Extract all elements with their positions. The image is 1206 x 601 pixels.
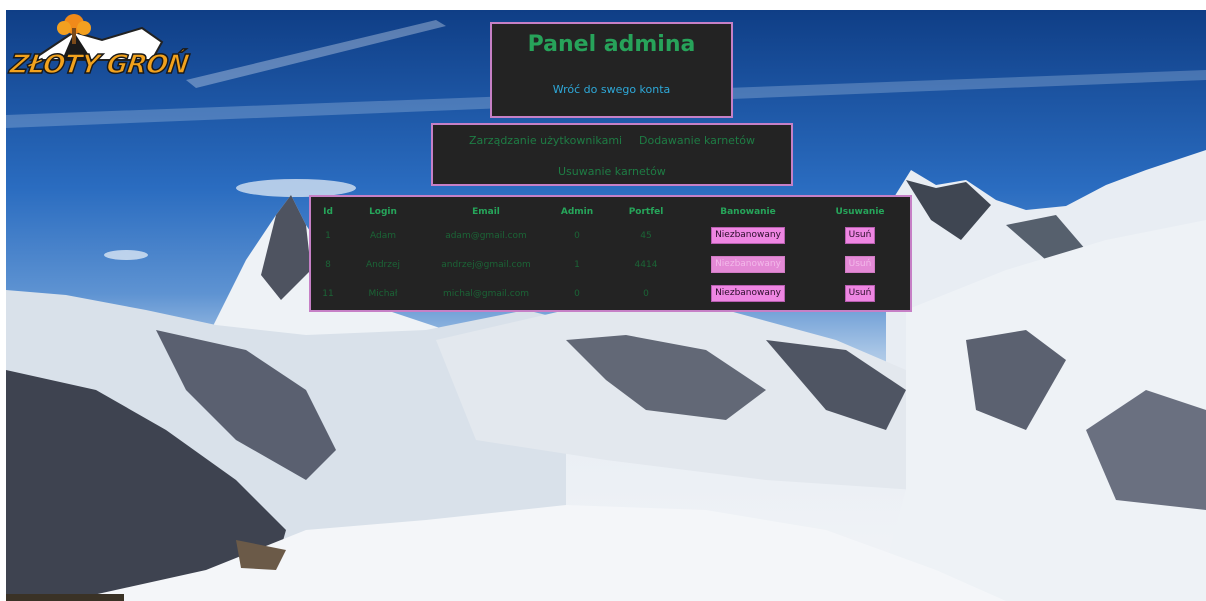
nav-manage-users-link[interactable]: Zarządzanie użytkownikami [469, 134, 622, 147]
cell-id: 11 [322, 288, 334, 299]
column-header-delete: Usuwanie [835, 207, 885, 217]
page-title: Panel admina [527, 32, 696, 57]
table-row: 11 Michał michal@gmail.com 0 0 Niezbanow… [315, 279, 909, 308]
brand-logo[interactable]: ZŁOTY GROŃ [2, 10, 192, 90]
cell-id: 8 [325, 259, 331, 270]
admin-nav-panel: Zarządzanie użytkownikami Dodawanie karn… [431, 123, 793, 186]
table-row: 8 Andrzej andrzej@gmail.com 1 4414 Niezb… [315, 250, 909, 279]
ban-toggle-button[interactable]: Niezbanowany [711, 227, 785, 244]
admin-header-panel: Panel admina Wróć do swego konta [490, 22, 733, 118]
ban-toggle-button[interactable]: Niezbanowany [711, 285, 785, 302]
delete-user-button[interactable]: Usuń [844, 285, 876, 302]
cell-email: michal@gmail.com [442, 288, 529, 299]
cell-wallet: 0 [643, 288, 649, 299]
column-header-wallet: Portfel [628, 207, 664, 217]
cell-wallet: 4414 [634, 259, 658, 270]
nav-remove-passes-link[interactable]: Usuwanie karnetów [558, 165, 666, 178]
cell-login: Andrzej [365, 259, 401, 270]
users-table: Id Login Email Admin Portfel Banowanie U… [315, 203, 909, 308]
cell-admin: 1 [574, 259, 580, 270]
bottom-status-strip [6, 594, 124, 601]
back-to-account-link[interactable]: Wróć do swego konta [492, 83, 731, 96]
column-header-admin: Admin [560, 207, 594, 217]
column-header-login: Login [369, 207, 397, 217]
cell-delete: Usuń [811, 250, 909, 279]
cell-admin: 0 [574, 230, 580, 241]
cell-admin: 0 [574, 288, 580, 299]
column-header-email: Email [472, 207, 500, 217]
cell-ban: Niezbanowany [685, 279, 811, 308]
cell-id: 1 [325, 230, 331, 241]
cell-login: Adam [370, 230, 396, 241]
cell-ban: Niezbanowany [685, 250, 811, 279]
cell-login: Michał [368, 288, 398, 299]
column-header-id: Id [323, 207, 333, 217]
cell-email: adam@gmail.com [445, 230, 527, 241]
cell-email: andrzej@gmail.com [441, 259, 531, 270]
cell-wallet: 45 [640, 230, 652, 241]
nav-add-passes-link[interactable]: Dodawanie karnetów [639, 134, 755, 147]
column-header-ban: Banowanie [720, 207, 776, 217]
cell-delete: Usuń [811, 279, 909, 308]
delete-user-button[interactable]: Usuń [844, 256, 876, 273]
delete-user-button[interactable]: Usuń [844, 227, 876, 244]
logo-text: ZŁOTY GROŃ [7, 49, 191, 81]
ban-toggle-button[interactable]: Niezbanowany [711, 256, 785, 273]
cell-delete: Usuń [811, 221, 909, 250]
table-header-row: Id Login Email Admin Portfel Banowanie U… [315, 203, 909, 221]
table-row: 1 Adam adam@gmail.com 0 45 Niezbanowany … [315, 221, 909, 250]
users-table-panel: Id Login Email Admin Portfel Banowanie U… [309, 195, 912, 312]
cell-ban: Niezbanowany [685, 221, 811, 250]
